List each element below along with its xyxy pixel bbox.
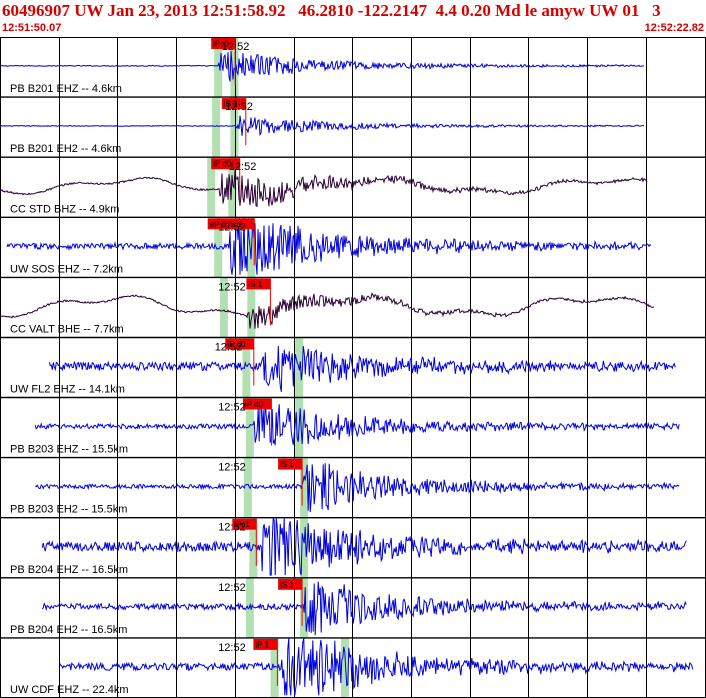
station-label: PB B204 EH2 -- 16.5km (10, 624, 127, 636)
station-label: UW FL2 EHZ -- 14.1km (10, 384, 125, 396)
station-label: UW SOS EHZ -- 7.2km (10, 263, 123, 275)
station-label: PB B203 EHZ -- 15.5km (10, 444, 128, 456)
seismic-trace (34, 399, 680, 446)
seismic-trace (0, 169, 648, 208)
seismogram-plot: iPc012:52PB B201 EHZ -- 4.6kmiS 212:52PB… (0, 37, 706, 698)
time-tick-label: 12:52 (229, 161, 257, 173)
window-start-time: 12:51:50.07 (2, 22, 62, 34)
seismic-trace (0, 115, 645, 137)
station-label: PB B201 EH2 -- 4.6km (10, 143, 121, 155)
phase-pick-label: iS 1 (248, 280, 262, 289)
time-tick-label: 12:52 (225, 101, 253, 113)
time-tick-label: 12:52 (218, 522, 246, 534)
station-label: PB B203 EH2 -- 15.5km (10, 504, 127, 516)
phase-pick-label: iP 1 (255, 640, 269, 649)
time-tick-label: 12:52 (222, 41, 250, 53)
time-tick-label: 12:52 (218, 221, 246, 233)
pick-band (212, 97, 221, 158)
time-tick-label: 12:52 (218, 462, 246, 474)
seismic-trace (48, 345, 676, 392)
time-tick-label: 12:52 (215, 342, 243, 354)
station-label: PB B201 EHZ -- 4.6km (10, 83, 122, 95)
time-tick-label: 12:52 (218, 582, 246, 594)
time-tick-label: 12:52 (218, 281, 246, 293)
seismic-trace (34, 463, 680, 513)
seismic-trace (41, 581, 687, 636)
event-header-title: 60496907 UW Jan 23, 2013 12:51:58.92 46.… (2, 1, 661, 20)
station-label: CC VALT BHE -- 7.7km (10, 324, 124, 336)
phase-pick-label: iP d0 (245, 400, 264, 409)
pick-band (245, 577, 254, 638)
station-label: UW CDF EHZ -- 22.4km (10, 684, 129, 696)
station-label: CC STD BHZ -- 4.9km (10, 203, 119, 215)
station-label: PB B204 EHZ -- 16.5km (10, 564, 128, 576)
window-end-time: 12:52:22.82 (644, 22, 704, 34)
seismic-trace (0, 50, 645, 82)
seismic-trace (41, 517, 687, 576)
time-tick-label: 12:52 (218, 402, 246, 414)
phase-pick-label: iS 1 (280, 460, 294, 469)
time-tick-label: 12:52 (218, 642, 246, 654)
seismic-trace (59, 638, 694, 696)
phase-pick-label: iS 1 (280, 580, 294, 589)
